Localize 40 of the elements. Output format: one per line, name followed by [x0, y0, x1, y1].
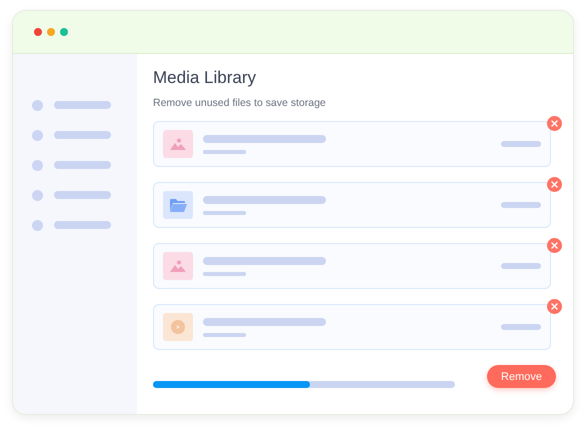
close-button[interactable] — [547, 177, 562, 192]
close-button[interactable] — [547, 116, 562, 131]
skeleton-line — [203, 210, 246, 214]
skeleton-line — [501, 324, 541, 330]
placeholder-dot — [32, 130, 43, 140]
file-card[interactable] — [153, 121, 551, 167]
skeleton-line — [203, 332, 246, 336]
skeleton-line — [54, 101, 111, 109]
file-card[interactable] — [153, 243, 551, 289]
skeleton-line — [54, 191, 111, 199]
skeleton-line — [54, 221, 111, 229]
placeholder-dot — [32, 220, 43, 230]
placeholder-dot — [32, 190, 43, 200]
folder-icon — [170, 198, 186, 212]
remove-button[interactable]: Remove — [487, 365, 556, 388]
close-button[interactable] — [547, 238, 562, 253]
window-control-dot[interactable] — [47, 28, 55, 36]
file-card[interactable] — [153, 304, 551, 350]
close-button[interactable] — [547, 299, 562, 314]
image-icon — [170, 260, 186, 272]
skeleton-line — [203, 150, 246, 154]
close-icon — [551, 120, 558, 127]
page-title: Media Library — [153, 68, 257, 88]
skeleton-line — [501, 202, 541, 208]
play-disc-icon — [171, 320, 185, 334]
close-icon — [551, 242, 558, 249]
window-control-dot[interactable] — [34, 28, 42, 36]
skeleton-line — [501, 263, 541, 269]
page-subtitle: Remove unused files to save storage — [153, 97, 327, 109]
skeleton-line — [54, 131, 111, 139]
skeleton-line — [501, 141, 541, 147]
window-control-dot[interactable] — [60, 28, 68, 36]
skeleton-line — [203, 272, 246, 276]
placeholder-dot — [32, 160, 43, 170]
file-card[interactable] — [153, 182, 551, 228]
close-icon — [551, 181, 558, 188]
image-icon — [170, 138, 186, 150]
skeleton-line — [54, 161, 111, 169]
close-icon — [551, 303, 558, 310]
placeholder-dot — [32, 100, 43, 110]
